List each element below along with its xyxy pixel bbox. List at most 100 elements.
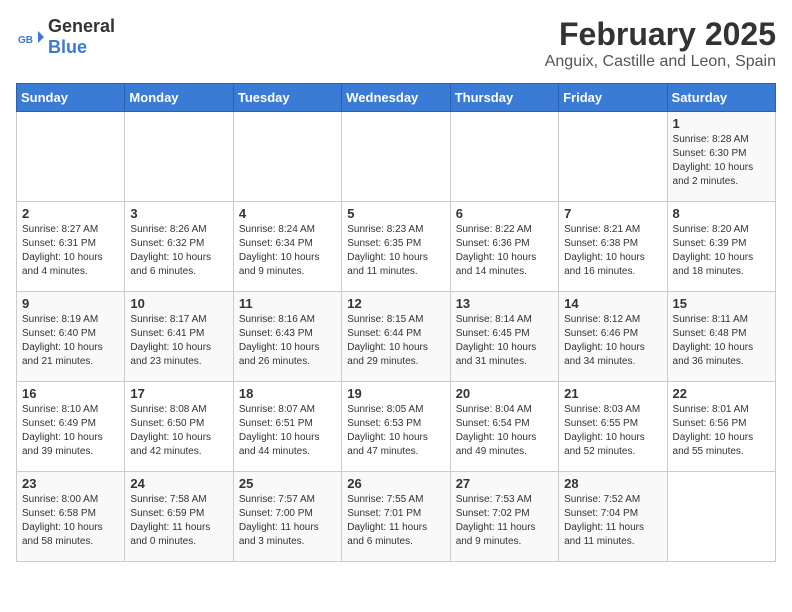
day-info: Sunrise: 8:00 AM Sunset: 6:58 PM Dayligh… — [22, 493, 119, 549]
calendar-cell: 4 Sunrise: 8:24 AM Sunset: 6:34 PM Daylig… — [233, 202, 341, 292]
calendar-cell: 22 Sunrise: 8:01 AM Sunset: 6:56 PM Dayli… — [667, 382, 775, 472]
day-number: 15 — [673, 296, 770, 311]
day-info: Sunrise: 8:03 AM Sunset: 6:55 PM Dayligh… — [564, 403, 661, 459]
day-number: 26 — [347, 476, 444, 491]
calendar-cell: 19 Sunrise: 8:05 AM Sunset: 6:53 PM Dayli… — [342, 382, 450, 472]
day-number: 13 — [456, 296, 553, 311]
day-number: 19 — [347, 386, 444, 401]
calendar-cell — [450, 112, 558, 202]
calendar-cell: 8Sunrise: 8:20 AM Sunset: 6:39 PM Daylig… — [667, 202, 775, 292]
calendar-cell: 3 Sunrise: 8:26 AM Sunset: 6:32 PM Daylig… — [125, 202, 233, 292]
day-number: 4 — [239, 206, 336, 221]
calendar-cell — [342, 112, 450, 202]
day-info: Sunrise: 8:07 AM Sunset: 6:51 PM Dayligh… — [239, 403, 336, 459]
subtitle: Anguix, Castille and Leon, Spain — [545, 53, 776, 71]
svg-text:GB: GB — [18, 35, 33, 46]
logo-blue: Blue — [48, 37, 87, 57]
day-info: Sunrise: 8:01 AM Sunset: 6:56 PM Dayligh… — [673, 403, 770, 459]
day-info: Sunrise: 8:26 AM Sunset: 6:32 PM Dayligh… — [130, 223, 227, 279]
calendar-cell: 5 Sunrise: 8:23 AM Sunset: 6:35 PM Daylig… — [342, 202, 450, 292]
calendar-cell — [559, 112, 667, 202]
day-number: 3 — [130, 206, 227, 221]
day-info: Sunrise: 8:08 AM Sunset: 6:50 PM Dayligh… — [130, 403, 227, 459]
day-number: 10 — [130, 296, 227, 311]
calendar-cell: 14 Sunrise: 8:12 AM Sunset: 6:46 PM Dayli… — [559, 292, 667, 382]
day-info: Sunrise: 7:57 AM Sunset: 7:00 PM Dayligh… — [239, 493, 336, 549]
calendar-cell: 28 Sunrise: 7:52 AM Sunset: 7:04 PM Dayli… — [559, 472, 667, 562]
calendar-cell: 7Sunrise: 8:21 AM Sunset: 6:38 PM Daylig… — [559, 202, 667, 292]
calendar-cell: 2 Sunrise: 8:27 AM Sunset: 6:31 PM Daylig… — [17, 202, 125, 292]
day-info: Sunrise: 8:21 AM Sunset: 6:38 PM Dayligh… — [564, 223, 661, 279]
calendar-cell: 24Sunrise: 7:58 AM Sunset: 6:59 PM Dayli… — [125, 472, 233, 562]
calendar-cell: 27 Sunrise: 7:53 AM Sunset: 7:02 PM Dayli… — [450, 472, 558, 562]
day-number: 20 — [456, 386, 553, 401]
calendar-cell: 25Sunrise: 7:57 AM Sunset: 7:00 PM Dayli… — [233, 472, 341, 562]
day-number: 11 — [239, 296, 336, 311]
calendar-table: SundayMondayTuesdayWednesdayThursdayFrid… — [16, 83, 776, 562]
day-info: Sunrise: 8:05 AM Sunset: 6:53 PM Dayligh… — [347, 403, 444, 459]
header: GB General Blue February 2025 Anguix, Ca… — [16, 16, 776, 71]
calendar-week-row: 9Sunrise: 8:19 AM Sunset: 6:40 PM Daylig… — [17, 292, 776, 382]
calendar-week-row: 1 Sunrise: 8:28 AM Sunset: 6:30 PM Daylig… — [17, 112, 776, 202]
day-number: 14 — [564, 296, 661, 311]
weekday-header: Thursday — [450, 84, 558, 112]
weekday-header: Friday — [559, 84, 667, 112]
day-info: Sunrise: 8:22 AM Sunset: 6:36 PM Dayligh… — [456, 223, 553, 279]
day-info: Sunrise: 7:52 AM Sunset: 7:04 PM Dayligh… — [564, 493, 661, 549]
logo-icon: GB — [16, 23, 44, 51]
weekday-header-row: SundayMondayTuesdayWednesdayThursdayFrid… — [17, 84, 776, 112]
calendar-cell: 9Sunrise: 8:19 AM Sunset: 6:40 PM Daylig… — [17, 292, 125, 382]
weekday-header: Tuesday — [233, 84, 341, 112]
calendar-cell: 23 Sunrise: 8:00 AM Sunset: 6:58 PM Dayli… — [17, 472, 125, 562]
calendar-cell: 21 Sunrise: 8:03 AM Sunset: 6:55 PM Dayli… — [559, 382, 667, 472]
day-number: 12 — [347, 296, 444, 311]
day-info: Sunrise: 7:55 AM Sunset: 7:01 PM Dayligh… — [347, 493, 444, 549]
day-number: 23 — [22, 476, 119, 491]
day-number: 22 — [673, 386, 770, 401]
day-number: 2 — [22, 206, 119, 221]
calendar-cell: 17 Sunrise: 8:08 AM Sunset: 6:50 PM Dayli… — [125, 382, 233, 472]
day-info: Sunrise: 8:04 AM Sunset: 6:54 PM Dayligh… — [456, 403, 553, 459]
day-info: Sunrise: 8:11 AM Sunset: 6:48 PM Dayligh… — [673, 313, 770, 369]
day-number: 18 — [239, 386, 336, 401]
calendar-cell — [125, 112, 233, 202]
weekday-header: Saturday — [667, 84, 775, 112]
calendar-cell: 15 Sunrise: 8:11 AM Sunset: 6:48 PM Dayli… — [667, 292, 775, 382]
calendar-cell: 26 Sunrise: 7:55 AM Sunset: 7:01 PM Dayli… — [342, 472, 450, 562]
day-info: Sunrise: 8:23 AM Sunset: 6:35 PM Dayligh… — [347, 223, 444, 279]
calendar-cell — [17, 112, 125, 202]
day-info: Sunrise: 7:53 AM Sunset: 7:02 PM Dayligh… — [456, 493, 553, 549]
day-number: 21 — [564, 386, 661, 401]
day-info: Sunrise: 8:16 AM Sunset: 6:43 PM Dayligh… — [239, 313, 336, 369]
day-info: Sunrise: 8:28 AM Sunset: 6:30 PM Dayligh… — [673, 133, 770, 189]
calendar-cell — [233, 112, 341, 202]
day-info: Sunrise: 8:24 AM Sunset: 6:34 PM Dayligh… — [239, 223, 336, 279]
day-number: 5 — [347, 206, 444, 221]
day-number: 1 — [673, 116, 770, 131]
day-info: Sunrise: 7:58 AM Sunset: 6:59 PM Dayligh… — [130, 493, 227, 549]
day-info: Sunrise: 8:14 AM Sunset: 6:45 PM Dayligh… — [456, 313, 553, 369]
calendar-cell: 10 Sunrise: 8:17 AM Sunset: 6:41 PM Dayli… — [125, 292, 233, 382]
title-area: February 2025 Anguix, Castille and Leon,… — [545, 16, 776, 71]
calendar-cell: 13 Sunrise: 8:14 AM Sunset: 6:45 PM Dayli… — [450, 292, 558, 382]
day-info: Sunrise: 8:17 AM Sunset: 6:41 PM Dayligh… — [130, 313, 227, 369]
day-info: Sunrise: 8:10 AM Sunset: 6:49 PM Dayligh… — [22, 403, 119, 459]
calendar-week-row: 23 Sunrise: 8:00 AM Sunset: 6:58 PM Dayli… — [17, 472, 776, 562]
day-info: Sunrise: 8:12 AM Sunset: 6:46 PM Dayligh… — [564, 313, 661, 369]
weekday-header: Sunday — [17, 84, 125, 112]
calendar-week-row: 2 Sunrise: 8:27 AM Sunset: 6:31 PM Daylig… — [17, 202, 776, 292]
day-number: 27 — [456, 476, 553, 491]
day-number: 28 — [564, 476, 661, 491]
main-title: February 2025 — [545, 16, 776, 53]
weekday-header: Monday — [125, 84, 233, 112]
calendar-week-row: 16 Sunrise: 8:10 AM Sunset: 6:49 PM Dayli… — [17, 382, 776, 472]
calendar-cell: 1 Sunrise: 8:28 AM Sunset: 6:30 PM Daylig… — [667, 112, 775, 202]
day-info: Sunrise: 8:20 AM Sunset: 6:39 PM Dayligh… — [673, 223, 770, 279]
day-info: Sunrise: 8:27 AM Sunset: 6:31 PM Dayligh… — [22, 223, 119, 279]
day-number: 6 — [456, 206, 553, 221]
day-number: 16 — [22, 386, 119, 401]
calendar-cell: 11 Sunrise: 8:16 AM Sunset: 6:43 PM Dayli… — [233, 292, 341, 382]
calendar-cell: 12Sunrise: 8:15 AM Sunset: 6:44 PM Dayli… — [342, 292, 450, 382]
day-number: 17 — [130, 386, 227, 401]
calendar-cell: 6 Sunrise: 8:22 AM Sunset: 6:36 PM Daylig… — [450, 202, 558, 292]
